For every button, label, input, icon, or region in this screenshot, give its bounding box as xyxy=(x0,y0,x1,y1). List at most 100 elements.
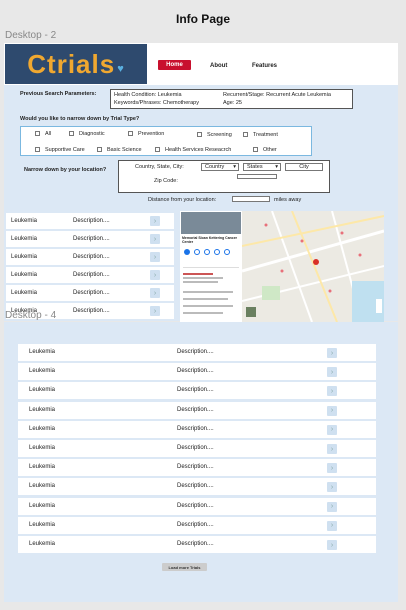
checkbox[interactable] xyxy=(128,131,133,137)
table-row[interactable]: Leukemia Description.... › xyxy=(6,267,174,283)
option-label: All xyxy=(45,131,52,137)
table-row[interactable]: Leukemia Description.... › xyxy=(18,420,376,438)
chevron-right-icon[interactable]: › xyxy=(150,216,160,226)
nav-home-button[interactable]: Home xyxy=(158,60,191,70)
chevron-right-icon[interactable]: › xyxy=(327,520,337,531)
nav-features-link[interactable]: Features xyxy=(252,63,277,69)
chevron-right-icon[interactable]: › xyxy=(150,288,160,298)
table-row[interactable]: Leukemia Description.... › xyxy=(18,497,376,515)
checkbox[interactable] xyxy=(35,131,40,137)
table-row[interactable]: Leukemia Description.... › xyxy=(6,249,174,265)
trial-option-all[interactable]: All xyxy=(35,131,51,137)
prev-search-box: Health Condition: Leukemia Keywords/Phra… xyxy=(110,89,353,109)
place-panel: Memorial Sloan Kettering Cancer Center xyxy=(180,211,242,322)
chevron-right-icon[interactable]: › xyxy=(150,306,160,316)
states-select[interactable]: States ▾ xyxy=(243,163,281,171)
trial-option-supportive[interactable]: Supportive Care xyxy=(35,147,85,153)
table-row[interactable]: Leukemia Description.... › xyxy=(6,231,174,247)
zip-input[interactable] xyxy=(237,174,277,179)
map-canvas[interactable] xyxy=(242,211,384,322)
result-description: Description.... xyxy=(73,254,110,260)
chevron-right-icon[interactable]: › xyxy=(327,540,337,550)
option-label: Health Services Reseacrch xyxy=(165,147,232,153)
nearby-icon[interactable] xyxy=(204,249,210,255)
trial-option-treatment[interactable]: Treatment xyxy=(243,132,278,138)
option-label: Screening xyxy=(207,132,232,138)
table-row[interactable]: Leukemia Description.... › xyxy=(18,478,376,496)
chevron-right-icon[interactable]: › xyxy=(150,234,160,244)
option-label: Prevention xyxy=(138,131,165,137)
result-title: Leukemia xyxy=(11,290,38,296)
checkbox[interactable] xyxy=(253,147,258,153)
checkbox[interactable] xyxy=(35,147,40,153)
table-row[interactable]: Leukemia Description.... › xyxy=(18,344,376,361)
checkbox[interactable] xyxy=(243,132,248,138)
map-widget[interactable]: Memorial Sloan Kettering Cancer Center xyxy=(180,211,384,322)
table-row[interactable]: Leukemia Description.... › xyxy=(18,516,376,534)
prev-stage: Recurrent/Stage: Recurrent Acute Leukemi… xyxy=(223,92,331,98)
table-row[interactable]: Leukemia Description.... › xyxy=(18,401,376,419)
table-row[interactable]: Leukemia Description.... › xyxy=(18,363,376,381)
table-row[interactable]: Leukemia Description.... › xyxy=(6,213,174,229)
chevron-right-icon[interactable]: › xyxy=(327,444,337,454)
distance-input[interactable] xyxy=(232,196,270,202)
place-title: Memorial Sloan Kettering Cancer Center xyxy=(182,236,238,244)
checkbox[interactable] xyxy=(69,131,74,137)
result-description: Description.... xyxy=(73,308,110,314)
nav-about-link[interactable]: About xyxy=(210,63,227,69)
table-row[interactable]: Leukemia Description.... › xyxy=(18,382,376,400)
chevron-right-icon[interactable]: › xyxy=(327,463,337,474)
frame-label-desktop-4: Desktop - 4 xyxy=(5,310,57,321)
checkbox[interactable] xyxy=(155,147,160,153)
chevron-right-icon[interactable]: › xyxy=(327,405,337,416)
directions-icon[interactable] xyxy=(184,249,190,255)
share-icon[interactable] xyxy=(224,249,230,255)
trial-option-other[interactable]: Other xyxy=(253,147,277,153)
chevron-right-icon[interactable]: › xyxy=(327,501,337,512)
ctrials-logo[interactable]: Ctrials ♥ xyxy=(5,44,147,84)
result-description: Description.... xyxy=(177,368,214,375)
trial-option-screening[interactable]: Screening xyxy=(197,132,232,138)
table-row[interactable]: Leukemia Description.... › xyxy=(18,536,376,553)
result-title: Leukemia xyxy=(29,521,56,528)
location-question: Narrow down by your location? xyxy=(24,167,107,173)
distance-unit: miles away xyxy=(274,197,302,203)
result-description: Description.... xyxy=(177,425,214,432)
location-box: Country, State, City: Country ▾ States ▾ C… xyxy=(118,160,330,193)
option-label: Basic Science xyxy=(107,147,142,153)
place-photo xyxy=(181,212,241,234)
trial-option-prevention[interactable]: Prevention xyxy=(128,131,164,137)
trial-type-question: Would you like to narrow down by Trial T… xyxy=(20,116,140,122)
place-info-line xyxy=(183,298,228,300)
trial-option-health-services[interactable]: Health Services Reseacrch xyxy=(155,147,231,153)
chevron-right-icon[interactable]: › xyxy=(150,252,160,262)
result-title: Leukemia xyxy=(11,272,38,278)
city-placeholder: City xyxy=(299,164,309,170)
trial-option-basic-science[interactable]: Basic Science xyxy=(97,147,142,153)
trial-option-diagnostic[interactable]: Diagnostic xyxy=(69,131,105,137)
table-row[interactable]: Leukemia Description.... › xyxy=(18,440,376,457)
desktop-4-frame: Leukemia Description.... › Leukemia Descript… xyxy=(4,322,398,602)
chevron-right-icon[interactable]: › xyxy=(327,386,337,397)
country-select[interactable]: Country ▾ xyxy=(201,163,239,171)
result-description: Description.... xyxy=(73,218,110,224)
prev-condition: Health Condition: Leukemia xyxy=(114,92,182,98)
prev-search-label: Previous Search Parameters: xyxy=(20,91,97,97)
save-icon[interactable] xyxy=(194,249,200,255)
checkbox[interactable] xyxy=(97,147,102,153)
option-label: Other xyxy=(263,147,277,153)
result-description: Description.... xyxy=(177,445,214,451)
chevron-right-icon[interactable]: › xyxy=(327,424,337,435)
checkbox[interactable] xyxy=(197,132,202,138)
table-row[interactable]: Leukemia Description.... › xyxy=(6,285,174,301)
chevron-right-icon[interactable]: › xyxy=(327,482,337,493)
chevron-right-icon[interactable]: › xyxy=(327,367,337,378)
load-more-button[interactable]: Load more Trials xyxy=(162,563,207,571)
chevron-right-icon[interactable]: › xyxy=(150,270,160,280)
place-info-line xyxy=(183,273,213,275)
result-description: Description.... xyxy=(177,521,214,528)
table-row[interactable]: Leukemia Description.... › xyxy=(18,459,376,477)
phone-icon[interactable] xyxy=(214,249,220,255)
city-input[interactable]: City xyxy=(285,163,323,171)
chevron-right-icon[interactable]: › xyxy=(327,348,337,358)
